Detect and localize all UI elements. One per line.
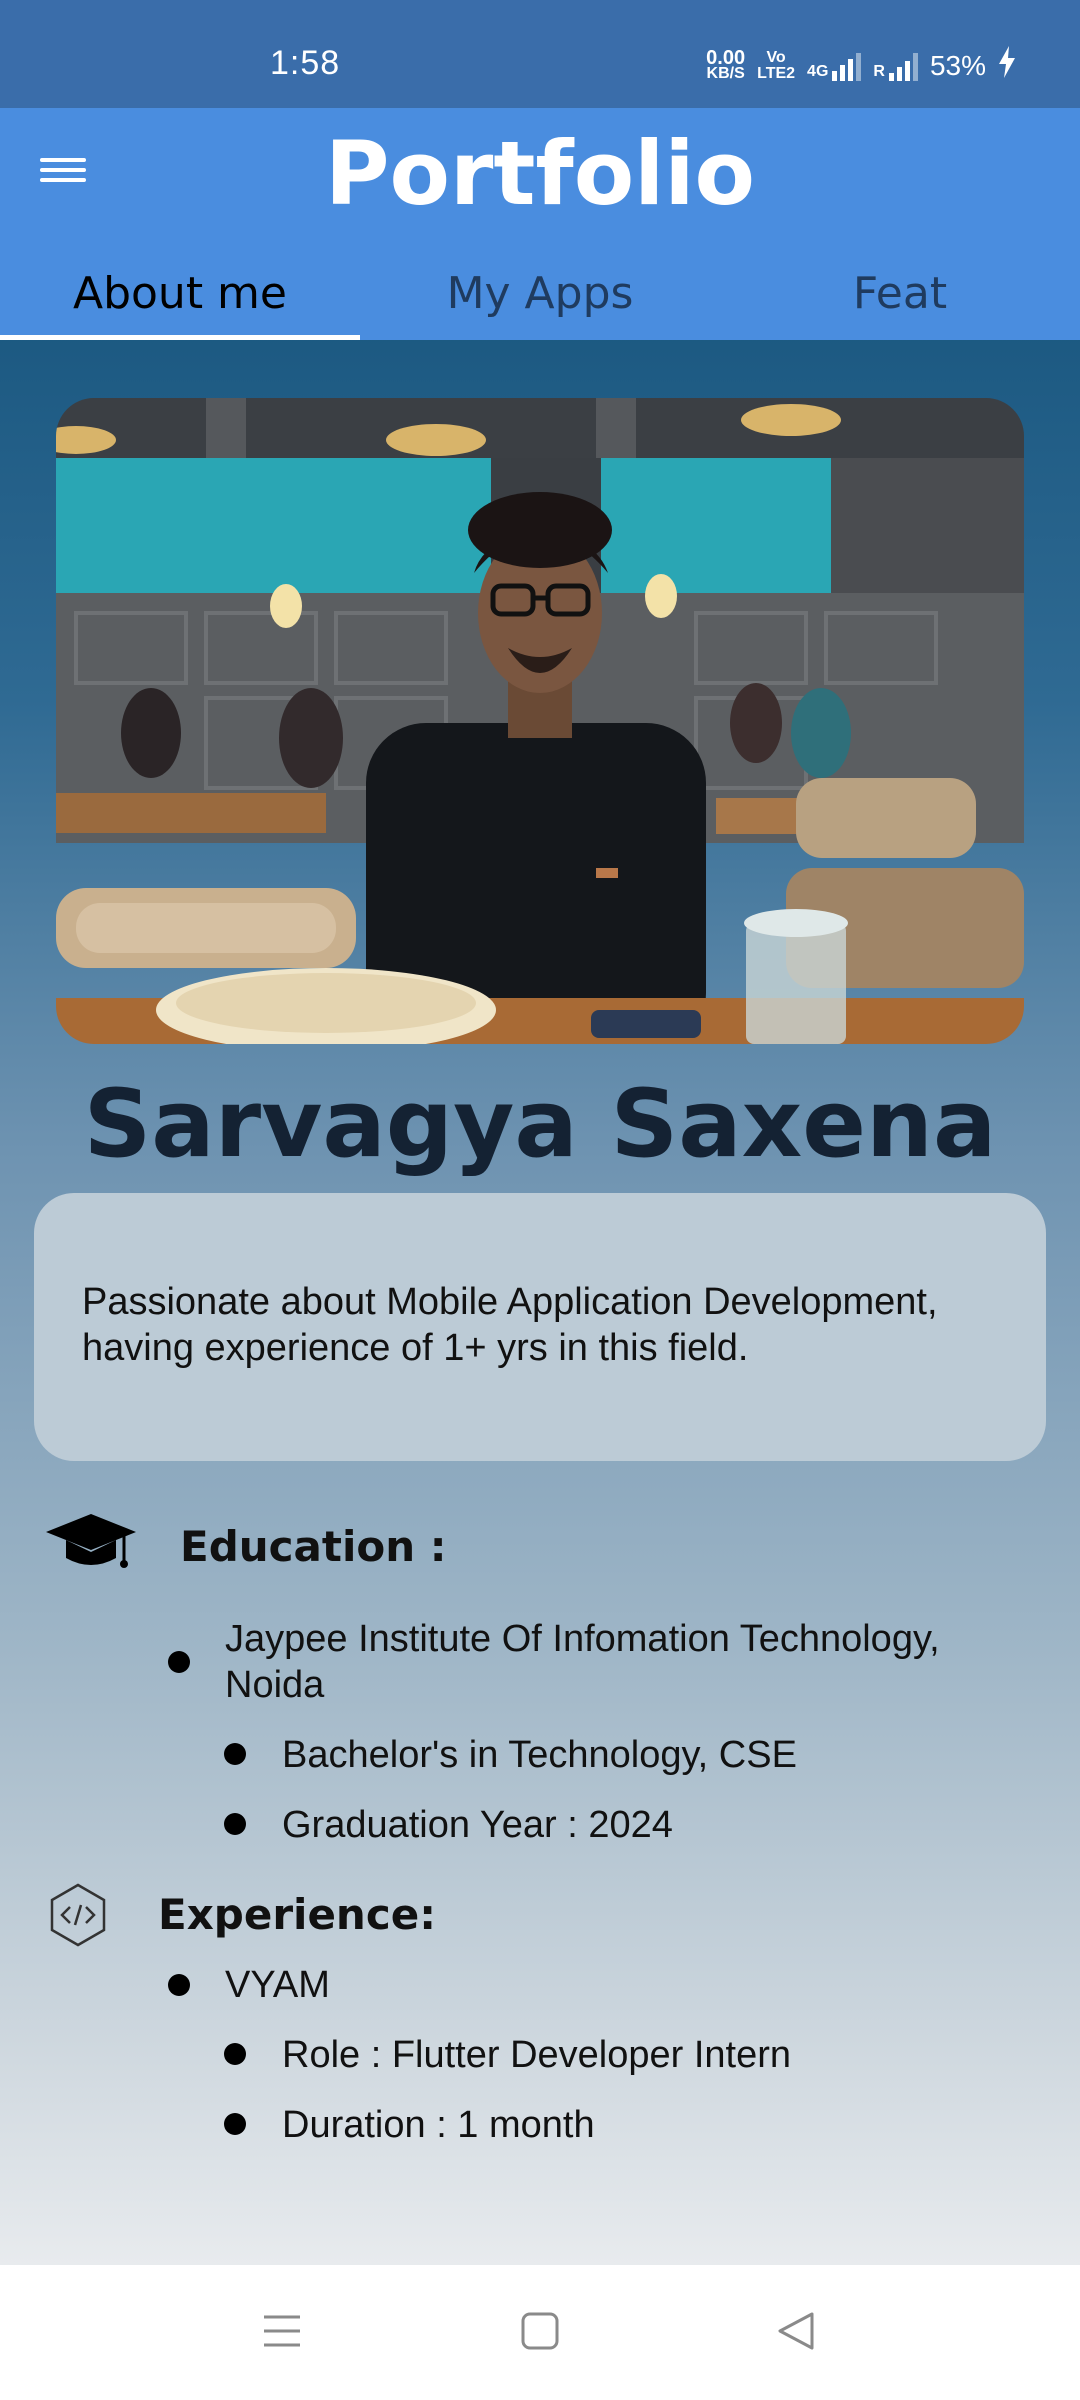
network-speed: 0.00 KB/S xyxy=(706,46,746,82)
volte-sim-label: LTE2 xyxy=(757,64,796,82)
signal-sim1-icon: 4G xyxy=(807,51,862,81)
bio-card: Passionate about Mobile Application Deve… xyxy=(34,1193,1046,1461)
bullet-icon xyxy=(224,2043,246,2065)
system-nav-bar xyxy=(0,2265,1080,2400)
network-type: 4G xyxy=(807,62,829,80)
signal-sim2-icon: R xyxy=(873,51,918,81)
education-heading: Education : xyxy=(180,1522,447,1571)
bio-text: Passionate about Mobile Application Deve… xyxy=(82,1281,938,1369)
volte-label: Vo xyxy=(766,48,786,66)
app-title: Portfolio xyxy=(325,122,755,225)
profile-name: Sarvagya Saxena xyxy=(83,1070,997,1179)
back-icon[interactable] xyxy=(776,2311,816,2355)
roaming-indicator: R xyxy=(873,62,885,80)
volte-icon: Vo LTE2 xyxy=(757,48,796,82)
status-indicators: 0.00 KB/S Vo LTE2 4G R 53% xyxy=(706,46,1016,85)
tab-about-me[interactable]: About me xyxy=(0,248,360,340)
status-bar: 1:58 0.00 KB/S Vo LTE2 4G R 53% xyxy=(0,0,1080,108)
status-time: 1:58 xyxy=(270,44,341,82)
network-speed-value: 0.00 xyxy=(706,46,746,69)
bullet-icon xyxy=(168,1974,190,1996)
bullet-icon xyxy=(224,1813,246,1835)
education-degree: Bachelor's in Technology, CSE xyxy=(282,1734,797,1776)
bullet-icon xyxy=(224,2113,246,2135)
network-speed-unit: KB/S xyxy=(706,64,745,82)
tab-feat[interactable]: Feat xyxy=(720,248,1080,340)
experience-duration: Duration : 1 month xyxy=(282,2104,595,2146)
charging-icon xyxy=(998,46,1016,85)
experience-company: VYAM xyxy=(225,1964,330,2006)
bullet-icon xyxy=(168,1651,190,1673)
education-graduation-year: Graduation Year : 2024 xyxy=(282,1804,673,1846)
menu-icon[interactable] xyxy=(262,2311,302,2355)
profile-photo xyxy=(56,398,1024,1044)
education-institution: Jaypee Institute Of Infomation Technolog… xyxy=(225,1618,940,1706)
experience-heading: Experience: xyxy=(158,1890,437,1939)
app-bar: Portfolio About me My Apps Feat xyxy=(0,108,1080,340)
home-icon[interactable] xyxy=(520,2311,560,2355)
tab-bar: About me My Apps Feat xyxy=(0,248,1080,340)
battery-percent: 53% xyxy=(929,49,986,81)
graduation-cap-icon xyxy=(44,1510,138,1576)
bullet-icon xyxy=(224,1743,246,1765)
tab-my-apps[interactable]: My Apps xyxy=(360,248,720,340)
experience-role: Role : Flutter Developer Intern xyxy=(282,2034,792,2076)
code-icon xyxy=(48,1882,108,1952)
